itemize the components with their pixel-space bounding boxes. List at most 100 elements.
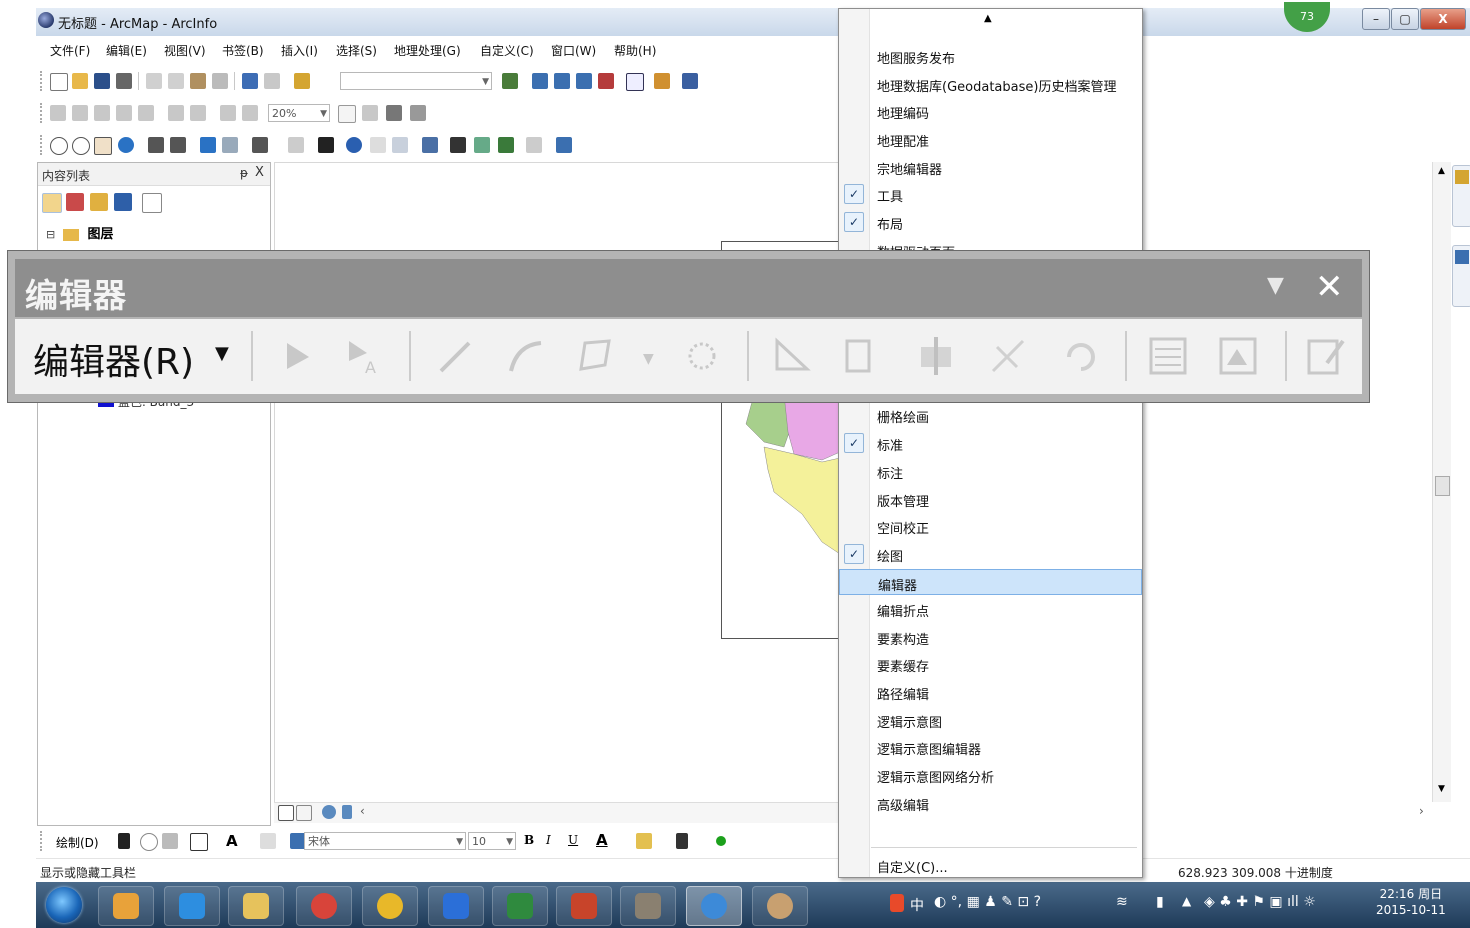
menu-item[interactable]: 地理配准 bbox=[839, 126, 1142, 152]
create-features-icon[interactable] bbox=[1305, 335, 1347, 377]
paste-icon[interactable] bbox=[190, 73, 206, 89]
back-arrow-icon[interactable] bbox=[200, 137, 216, 153]
open-folder-icon[interactable] bbox=[72, 73, 88, 89]
menu-item[interactable]: ✓ 布局 bbox=[839, 209, 1142, 235]
select-features-icon[interactable] bbox=[252, 137, 268, 153]
layout-view-icon[interactable] bbox=[278, 805, 294, 821]
taskbar-app-6[interactable] bbox=[428, 886, 484, 926]
menu-customize[interactable]: 自定义(C) bbox=[480, 42, 534, 59]
trace-tool-icon[interactable] bbox=[575, 335, 617, 377]
list-by-visibility-icon[interactable] bbox=[90, 193, 108, 211]
search-window-icon[interactable] bbox=[576, 73, 592, 89]
taskbar-app-8[interactable] bbox=[556, 886, 612, 926]
show-hidden-icons[interactable]: ▲ bbox=[1182, 894, 1191, 908]
layout-zoom-combo[interactable]: 20% ▼ bbox=[268, 104, 330, 122]
menu-bookmarks[interactable]: 书签(B) bbox=[222, 42, 264, 59]
arctoolbox-icon[interactable] bbox=[598, 73, 614, 89]
pan-hand-icon[interactable] bbox=[94, 137, 112, 155]
menu-geoprocessing[interactable]: 地理处理(G) bbox=[394, 42, 461, 59]
select-pointer-icon[interactable] bbox=[118, 833, 130, 849]
rectangle-icon[interactable] bbox=[190, 833, 208, 851]
search-side-tab[interactable] bbox=[1452, 245, 1470, 307]
list-by-source-icon[interactable] bbox=[66, 193, 84, 211]
close-button[interactable]: X bbox=[1420, 8, 1466, 30]
toolbar-options-icon[interactable]: ▼ bbox=[1267, 273, 1284, 298]
zoom-in-layout-icon[interactable] bbox=[50, 105, 66, 121]
toggle-draft-icon[interactable] bbox=[338, 105, 356, 123]
scroll-thumb[interactable] bbox=[1435, 476, 1450, 496]
select-elements-icon[interactable] bbox=[318, 137, 334, 153]
menu-scroll-up-icon[interactable]: ▲ bbox=[984, 13, 992, 24]
menu-item[interactable]: 地图服务发布 bbox=[839, 43, 1142, 69]
print-icon[interactable] bbox=[116, 73, 132, 89]
taskbar-app-2[interactable] bbox=[164, 886, 220, 926]
wifi-icon[interactable]: ≋ bbox=[1116, 894, 1128, 910]
menu-item[interactable]: 编辑折点 bbox=[839, 596, 1142, 622]
zoom-in-icon[interactable] bbox=[50, 137, 68, 155]
full-extent-icon[interactable] bbox=[118, 137, 134, 153]
marker-color-icon[interactable] bbox=[716, 836, 726, 846]
scroll-right-icon[interactable]: › bbox=[1419, 804, 1424, 818]
go-to-xy-icon[interactable] bbox=[498, 137, 514, 153]
menu-item[interactable]: 自定义(C)... bbox=[839, 852, 1142, 878]
add-data-icon[interactable] bbox=[294, 73, 310, 89]
pause-icon[interactable] bbox=[342, 805, 352, 819]
data-driven-pages-icon[interactable] bbox=[410, 105, 426, 121]
menu-item[interactable]: 要素构造 bbox=[839, 624, 1142, 650]
time-slider-icon[interactable] bbox=[526, 137, 542, 153]
menu-item[interactable]: 逻辑示意图网络分析 bbox=[839, 762, 1142, 788]
edit-annotation-tool-icon[interactable]: A bbox=[341, 335, 383, 377]
ime-mode[interactable]: 中 bbox=[910, 895, 924, 915]
full-extent-layout-icon[interactable] bbox=[116, 105, 132, 121]
underline-button[interactable]: U bbox=[568, 833, 578, 847]
font-name-combo[interactable]: 宋体 ▼ bbox=[304, 832, 466, 850]
chevron-down-icon[interactable]: ▼ bbox=[643, 351, 654, 367]
ime-logo-icon[interactable] bbox=[890, 894, 904, 912]
undo-icon[interactable] bbox=[242, 73, 258, 89]
catalog-icon[interactable] bbox=[554, 73, 570, 89]
fixed-zoom-in-icon[interactable] bbox=[148, 137, 164, 153]
menu-view[interactable]: 视图(V) bbox=[164, 42, 206, 59]
editor-menu-button[interactable]: 编辑器(R) bbox=[33, 333, 194, 385]
find-route-icon[interactable] bbox=[474, 137, 490, 153]
fixed-zoom-out-icon[interactable] bbox=[170, 137, 186, 153]
toolbar-grip[interactable] bbox=[40, 831, 45, 851]
zoom-to-selected-icon[interactable] bbox=[162, 833, 178, 849]
delete-icon[interactable] bbox=[212, 73, 228, 89]
model-builder-icon[interactable] bbox=[654, 73, 670, 89]
rotate-icon[interactable] bbox=[140, 833, 158, 851]
editor-close-icon[interactable]: ✕ bbox=[1315, 267, 1344, 307]
menu-item[interactable]: 地理编码 bbox=[839, 98, 1142, 124]
taskbar-app-3[interactable] bbox=[228, 886, 284, 926]
forward-extent-layout-icon[interactable] bbox=[242, 105, 258, 121]
menu-help[interactable]: 帮助(H) bbox=[614, 42, 656, 59]
collapse-icon[interactable]: ⊟ bbox=[46, 228, 55, 241]
menu-item[interactable]: ✓ 标准 bbox=[839, 430, 1142, 456]
minimize-button[interactable]: – bbox=[1362, 8, 1390, 30]
new-document-icon[interactable] bbox=[50, 73, 68, 91]
end-point-arc-icon[interactable] bbox=[505, 335, 547, 377]
python-window-icon[interactable] bbox=[626, 73, 644, 91]
straight-segment-icon[interactable] bbox=[435, 335, 477, 377]
menu-item[interactable]: 逻辑示意图 bbox=[839, 707, 1142, 733]
font-size-combo[interactable]: 10 ▼ bbox=[468, 832, 516, 850]
draw-menu[interactable]: 绘制(D) bbox=[56, 834, 99, 851]
zoom-100-icon[interactable] bbox=[138, 105, 154, 121]
change-layout-icon[interactable] bbox=[386, 105, 402, 121]
split-tool-icon[interactable] bbox=[987, 335, 1029, 377]
toolbar-grip[interactable] bbox=[40, 71, 45, 91]
maximize-button[interactable]: ▢ bbox=[1391, 8, 1419, 30]
edit-vertices-icon[interactable] bbox=[771, 335, 813, 377]
clear-selection-icon[interactable] bbox=[288, 137, 304, 153]
find-binoculars-icon[interactable] bbox=[450, 137, 466, 153]
list-by-selection-icon[interactable] bbox=[114, 193, 132, 211]
layers-tree-row[interactable]: ⊟ 图层 bbox=[46, 223, 114, 242]
help-pointer-icon[interactable] bbox=[682, 73, 698, 89]
start-button[interactable] bbox=[46, 887, 82, 923]
sketch-properties-icon[interactable] bbox=[1217, 335, 1259, 377]
edit-vertices-icon[interactable] bbox=[260, 833, 276, 849]
system-clock[interactable]: 22:16 周日 2015-10-11 bbox=[1376, 886, 1446, 918]
menu-item[interactable]: 路径编辑 bbox=[839, 679, 1142, 705]
font-color-button[interactable]: A bbox=[596, 831, 608, 849]
scroll-left-icon[interactable]: ‹ bbox=[360, 804, 365, 818]
